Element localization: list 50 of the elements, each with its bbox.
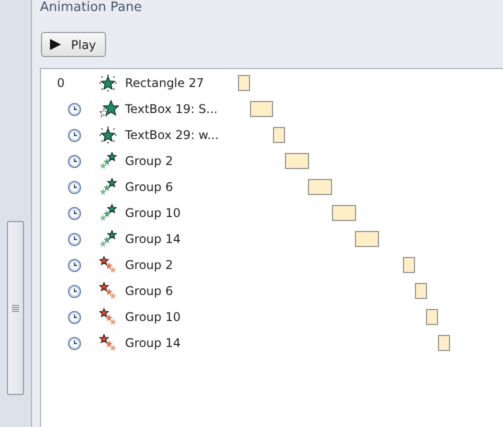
clock-icon xyxy=(68,206,81,220)
clock-icon xyxy=(68,232,81,246)
star-trail-icon xyxy=(99,204,117,222)
timing-bar[interactable] xyxy=(308,179,332,195)
animation-name[interactable]: TextBox 19: S... xyxy=(125,102,218,116)
star-trail-icon xyxy=(99,334,117,352)
timing-bar[interactable] xyxy=(238,75,250,91)
animation-number: 0 xyxy=(56,76,66,90)
clock-icon xyxy=(68,180,81,194)
animation-name[interactable]: Group 2 xyxy=(125,258,173,272)
star-burst-icon xyxy=(99,74,117,92)
animation-name[interactable]: Group 10 xyxy=(125,206,181,220)
timing-bar[interactable] xyxy=(438,335,450,351)
clock-icon xyxy=(68,284,81,298)
animation-name[interactable]: Group 6 xyxy=(125,284,173,298)
animation-name[interactable]: Group 6 xyxy=(125,180,173,194)
play-icon xyxy=(50,39,61,50)
grip-icon xyxy=(12,304,19,312)
star-trail-icon xyxy=(99,256,117,274)
star-trail-icon xyxy=(99,282,117,300)
star-trail-icon xyxy=(99,308,117,326)
star-trail-icon xyxy=(99,152,117,170)
timing-bar[interactable] xyxy=(355,231,379,247)
timing-bar[interactable] xyxy=(426,309,438,325)
clock-icon xyxy=(68,154,81,168)
star-trail-icon xyxy=(99,230,117,248)
play-button[interactable]: Play xyxy=(41,32,106,57)
timing-bar[interactable] xyxy=(403,257,415,273)
clock-icon xyxy=(68,336,81,350)
clock-icon xyxy=(68,258,81,272)
animation-name[interactable]: Group 2 xyxy=(125,154,173,168)
timing-bar[interactable] xyxy=(273,127,285,143)
animation-name[interactable]: Rectangle 27 xyxy=(125,76,204,90)
animation-name[interactable]: Group 10 xyxy=(125,310,181,324)
animation-name[interactable]: Group 14 xyxy=(125,336,181,350)
scrollbar[interactable] xyxy=(0,0,32,427)
pane-title: Animation Pane xyxy=(40,0,142,16)
animation-name[interactable]: Group 14 xyxy=(125,232,181,246)
timing-bar[interactable] xyxy=(250,101,273,117)
animation-name[interactable]: TextBox 29: w... xyxy=(125,128,219,142)
scrollbar-thumb[interactable] xyxy=(7,221,24,395)
timing-bar[interactable] xyxy=(332,205,356,221)
clock-icon xyxy=(68,310,81,324)
star-trail-icon xyxy=(99,178,117,196)
star-burst-icon xyxy=(99,126,117,144)
stars-icon xyxy=(99,100,119,118)
timing-bar[interactable] xyxy=(415,283,427,299)
timing-bar[interactable] xyxy=(285,153,309,169)
clock-icon xyxy=(68,102,81,116)
clock-icon xyxy=(68,128,81,142)
